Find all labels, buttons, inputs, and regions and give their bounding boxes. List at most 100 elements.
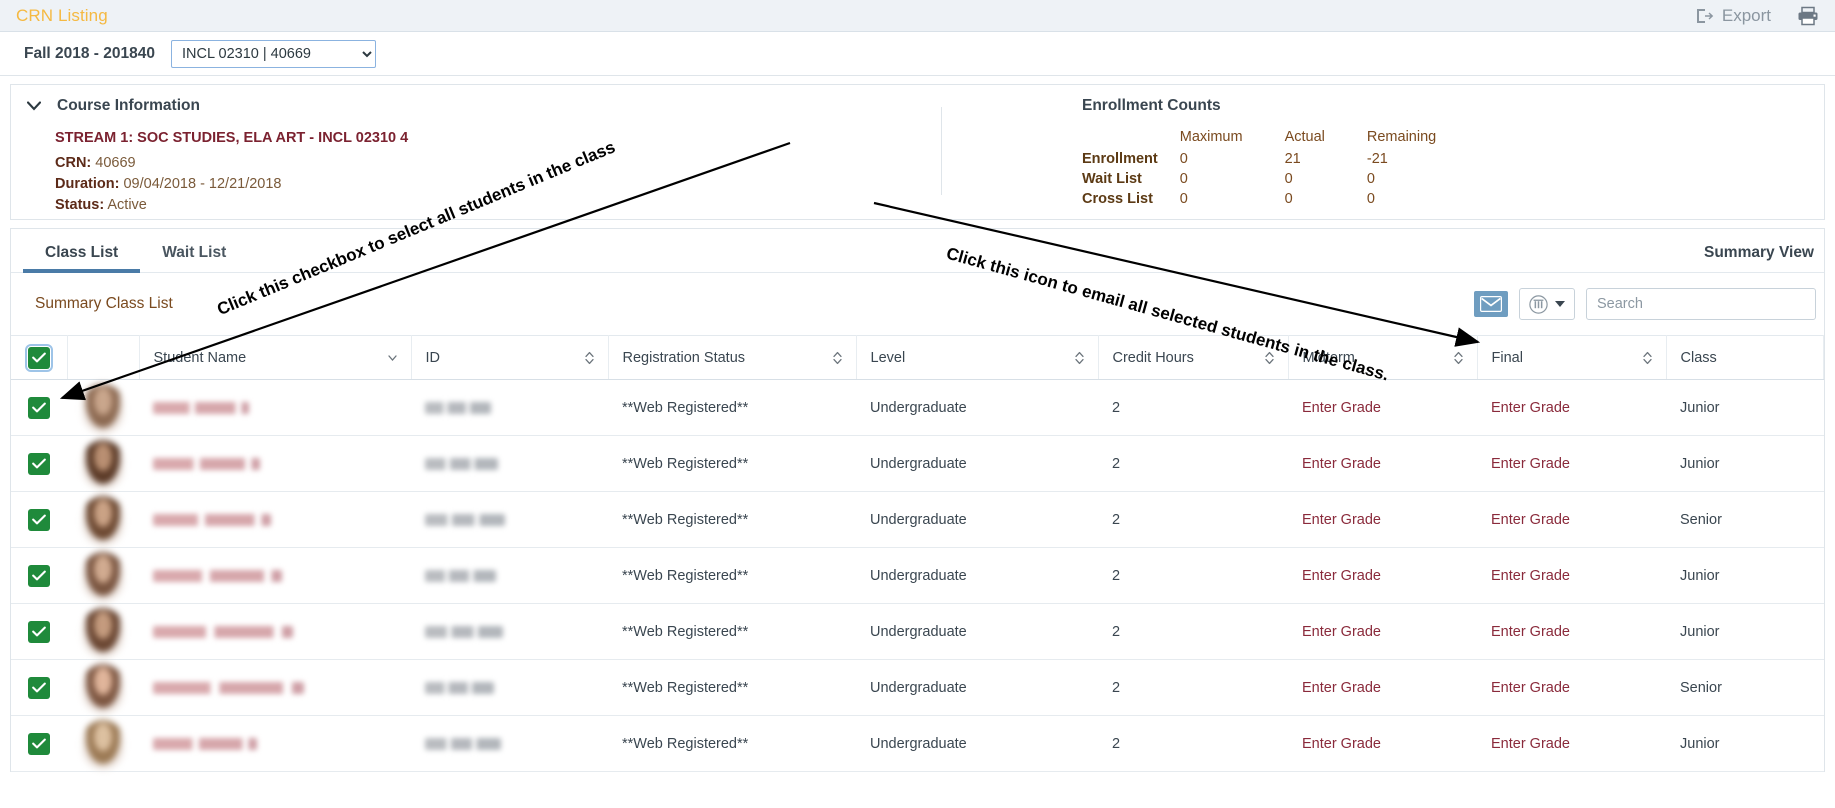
summary-view-link[interactable]: Summary View — [1704, 244, 1814, 272]
header-label-midterm: Midterm — [1302, 349, 1355, 366]
crn-select[interactable]: INCL 02310 | 40669 — [171, 39, 376, 68]
cell-registration-status: **Web Registered** — [608, 547, 856, 604]
cell-student-name — [139, 435, 411, 492]
header-cell-registration-status[interactable]: Registration Status — [608, 335, 857, 380]
final-enter-grade-link[interactable]: Enter Grade — [1491, 456, 1570, 472]
ec-row-waitlist-remaining: 0 — [1366, 171, 1375, 187]
printer-icon[interactable] — [1797, 6, 1819, 26]
row-checkbox[interactable] — [28, 452, 50, 475]
header-cell-class[interactable]: Class — [1666, 335, 1824, 380]
table-header-row: Student Name ID Registration Status Leve… — [11, 335, 1824, 380]
cell-class: Junior — [1666, 547, 1824, 604]
midterm-enter-grade-link[interactable]: Enter Grade — [1302, 680, 1381, 696]
search-input[interactable] — [1586, 288, 1816, 320]
cell-id — [411, 659, 608, 716]
cell-class: Junior — [1666, 715, 1824, 772]
student-name-redacted — [153, 625, 293, 638]
sort-desc-icon[interactable] — [387, 351, 397, 365]
export-button[interactable]: Export — [1696, 6, 1771, 26]
cell-credit-hours: 2 — [1098, 491, 1288, 548]
ec-row-crosslist-remaining: 0 — [1366, 191, 1375, 207]
cell-registration-status: **Web Registered** — [608, 379, 856, 436]
row-select-cell — [11, 435, 67, 492]
table-row[interactable]: **Web Registered** Undergraduate 2 Enter… — [11, 491, 1824, 548]
cell-id — [411, 547, 608, 604]
ec-row-enrollment-label: Enrollment — [1082, 151, 1158, 167]
sort-both-icon[interactable] — [1453, 351, 1463, 365]
header-cell-final[interactable]: Final — [1477, 335, 1667, 380]
avatar — [82, 496, 124, 546]
header-cell-level[interactable]: Level — [856, 335, 1099, 380]
sort-both-icon[interactable] — [1642, 351, 1652, 365]
tab-wait-list[interactable]: Wait List — [140, 244, 248, 272]
row-avatar-cell — [67, 659, 139, 716]
course-info-header[interactable]: Course Information — [27, 97, 941, 115]
select-all-checkbox[interactable] — [24, 343, 53, 372]
course-panel-wrap: Course Information STREAM 1: SOC STUDIES… — [0, 76, 1835, 220]
midterm-enter-grade-link[interactable]: Enter Grade — [1302, 456, 1381, 472]
header-label-student-name: Student Name — [153, 349, 247, 366]
final-enter-grade-link[interactable]: Enter Grade — [1491, 624, 1570, 640]
midterm-enter-grade-link[interactable]: Enter Grade — [1302, 736, 1381, 752]
header-cell-id[interactable]: ID — [411, 335, 609, 380]
tab-class-list[interactable]: Class List — [23, 244, 141, 273]
ec-row-crosslist-maximum: 0 — [1179, 191, 1188, 207]
row-checkbox[interactable] — [28, 676, 50, 699]
midterm-enter-grade-link[interactable]: Enter Grade — [1302, 512, 1381, 528]
table-row[interactable]: **Web Registered** Undergraduate 2 Enter… — [11, 547, 1824, 604]
cell-final: Enter Grade — [1477, 659, 1666, 716]
email-selected-button[interactable] — [1474, 291, 1508, 317]
final-enter-grade-link[interactable]: Enter Grade — [1491, 680, 1570, 696]
row-checkbox[interactable] — [28, 732, 50, 755]
columns-menu-button[interactable] — [1519, 288, 1575, 320]
table-row[interactable]: **Web Registered** Undergraduate 2 Enter… — [11, 435, 1824, 492]
row-avatar-cell — [67, 715, 139, 772]
final-enter-grade-link[interactable]: Enter Grade — [1491, 400, 1570, 416]
cell-registration-status: **Web Registered** — [608, 715, 856, 772]
sort-both-icon[interactable] — [832, 351, 842, 365]
sort-both-icon[interactable] — [584, 351, 594, 365]
table-row[interactable]: **Web Registered** Undergraduate 2 Enter… — [11, 715, 1824, 772]
midterm-enter-grade-link[interactable]: Enter Grade — [1302, 400, 1381, 416]
cell-student-name — [139, 715, 411, 772]
table-row[interactable]: **Web Registered** Undergraduate 2 Enter… — [11, 379, 1824, 436]
class-list-wrap: Class List Wait List Summary View Summar… — [0, 220, 1835, 772]
ec-col-actual: Actual — [1284, 129, 1325, 145]
row-checkbox[interactable] — [28, 508, 50, 531]
table-row[interactable]: **Web Registered** Undergraduate 2 Enter… — [11, 603, 1824, 660]
row-checkbox[interactable] — [28, 620, 50, 643]
header-cell-student-name[interactable]: Student Name — [139, 335, 412, 380]
top-bar: CRN Listing Export — [0, 0, 1835, 32]
student-id-redacted — [425, 625, 503, 638]
cell-class: Junior — [1666, 379, 1824, 436]
midterm-enter-grade-link[interactable]: Enter Grade — [1302, 624, 1381, 640]
header-cell-credit-hours[interactable]: Credit Hours — [1098, 335, 1289, 380]
course-field-status-value: Active — [107, 196, 147, 213]
cell-id — [411, 715, 608, 772]
course-field-crn-label: CRN: — [55, 154, 92, 171]
row-checkbox[interactable] — [28, 396, 50, 419]
cell-level: Undergraduate — [856, 547, 1098, 604]
ec-row-enrollment-remaining: -21 — [1366, 151, 1388, 167]
sort-both-icon[interactable] — [1264, 351, 1274, 365]
table-row[interactable]: **Web Registered** Undergraduate 2 Enter… — [11, 659, 1824, 716]
course-field-duration-label: Duration: — [55, 175, 120, 192]
student-name-redacted — [153, 681, 304, 694]
midterm-enter-grade-link[interactable]: Enter Grade — [1302, 568, 1381, 584]
sort-both-icon[interactable] — [1074, 351, 1084, 365]
avatar — [82, 440, 124, 490]
row-checkbox[interactable] — [28, 564, 50, 587]
row-avatar-cell — [67, 491, 139, 548]
chevron-down-icon[interactable] — [27, 101, 41, 111]
cell-final: Enter Grade — [1477, 715, 1666, 772]
final-enter-grade-link[interactable]: Enter Grade — [1491, 512, 1570, 528]
cell-midterm: Enter Grade — [1288, 547, 1477, 604]
cell-credit-hours: 2 — [1098, 379, 1288, 436]
final-enter-grade-link[interactable]: Enter Grade — [1491, 736, 1570, 752]
header-cell-select-all — [11, 335, 68, 380]
student-id-redacted — [425, 513, 505, 526]
cell-credit-hours: 2 — [1098, 435, 1288, 492]
header-cell-midterm[interactable]: Midterm — [1288, 335, 1478, 380]
row-select-cell — [11, 379, 67, 436]
final-enter-grade-link[interactable]: Enter Grade — [1491, 568, 1570, 584]
